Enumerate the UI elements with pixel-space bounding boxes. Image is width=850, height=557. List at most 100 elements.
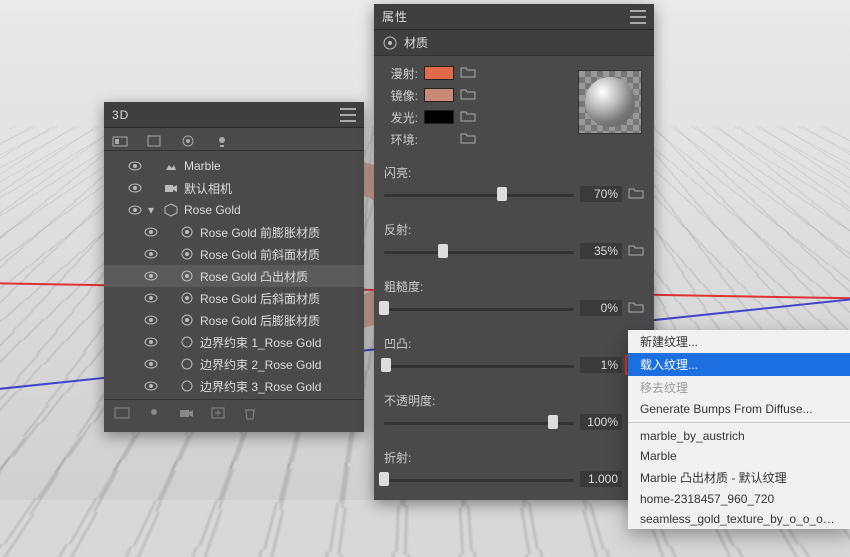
- visibility-eye-icon[interactable]: [128, 159, 142, 173]
- visibility-eye-icon[interactable]: [128, 203, 142, 217]
- mesh-icon: [164, 203, 178, 217]
- shine-label: 闪亮:: [384, 164, 644, 181]
- filter-lights-icon[interactable]: [212, 132, 232, 150]
- visibility-eye-icon[interactable]: [144, 291, 158, 305]
- tool-add-icon[interactable]: [208, 404, 228, 422]
- menu-recent-3[interactable]: home-2318457_960_720: [628, 489, 850, 509]
- reflect-texture-folder-icon[interactable]: [628, 244, 644, 258]
- tree-item-9[interactable]: 边界约束 2_Rose Gold: [104, 353, 364, 375]
- constraint-icon: [180, 379, 194, 393]
- panel-menu-icon[interactable]: [340, 108, 356, 122]
- diffuse-swatch[interactable]: [424, 66, 454, 80]
- specular-label: 镜像:: [384, 87, 418, 104]
- visibility-eye-icon[interactable]: [144, 357, 158, 371]
- panel-properties: 属性 材质 漫射: 镜像: 发光: 环境: 闪亮:70%反射:35%粗糙度:0%…: [374, 4, 654, 500]
- bump-texture-context-menu: 新建纹理...载入纹理...移去纹理Generate Bumps From Di…: [628, 330, 850, 529]
- tree-item-label: 边界约束 3_Rose Gold: [200, 378, 321, 395]
- tree-item-1[interactable]: 默认相机: [104, 177, 364, 199]
- bump-label: 凹凸:: [384, 335, 644, 352]
- shine-slider[interactable]: 70%: [384, 181, 644, 207]
- chevron-down-icon[interactable]: ▾: [148, 203, 158, 217]
- panel-3d: 3D Marble 默认相机 ▾ Rose Gold Rose Gold 前膨胀材质 Ro…: [104, 102, 364, 432]
- glow-swatch[interactable]: [424, 110, 454, 124]
- rough-label: 粗糙度:: [384, 278, 644, 295]
- shine-value[interactable]: 70%: [580, 186, 622, 202]
- tree-item-0[interactable]: Marble: [104, 155, 364, 177]
- panel-3d-title: 3D: [112, 108, 340, 122]
- menu-item-3[interactable]: Generate Bumps From Diffuse...: [628, 399, 850, 419]
- tree-item-8[interactable]: 边界约束 1_Rose Gold: [104, 331, 364, 353]
- panel-3d-filter-tabs: [104, 128, 364, 151]
- material-icon: [382, 35, 398, 51]
- camera-icon: [164, 181, 178, 195]
- specular-swatch[interactable]: [424, 88, 454, 102]
- menu-recent-2[interactable]: Marble 凸出材质 - 默认纹理: [628, 466, 850, 489]
- bump-slider[interactable]: 1%: [384, 352, 644, 378]
- env-label: 环境:: [384, 131, 418, 148]
- tree-item-3[interactable]: Rose Gold 前膨胀材质: [104, 221, 364, 243]
- reflect-slider[interactable]: 35%: [384, 238, 644, 264]
- visibility-eye-icon[interactable]: [144, 247, 158, 261]
- menu-recent-1[interactable]: Marble: [628, 446, 850, 466]
- material-icon: [180, 313, 194, 327]
- tree-item-label: Rose Gold 前膨胀材质: [200, 224, 320, 241]
- tool-render-icon[interactable]: [112, 404, 132, 422]
- material-icon: [180, 225, 194, 239]
- tree-item-label: 默认相机: [184, 180, 232, 197]
- glow-label: 发光:: [384, 109, 418, 126]
- constraint-icon: [180, 357, 194, 371]
- tool-delete-icon[interactable]: [240, 404, 260, 422]
- refract-value[interactable]: 1.000: [580, 471, 622, 487]
- rough-value[interactable]: 0%: [580, 300, 622, 316]
- opacity-slider[interactable]: 100%: [384, 409, 644, 435]
- filter-scene-icon[interactable]: [110, 132, 130, 150]
- refract-slider[interactable]: 1.000: [384, 466, 644, 492]
- visibility-eye-icon[interactable]: [144, 269, 158, 283]
- visibility-eye-icon[interactable]: [144, 379, 158, 393]
- opacity-value[interactable]: 100%: [580, 414, 622, 430]
- menu-recent-4[interactable]: seamless_gold_texture_by_o_o_o_o_o_0: [628, 509, 850, 529]
- reflect-value[interactable]: 35%: [580, 243, 622, 259]
- tree-item-5[interactable]: Rose Gold 凸出材质: [104, 265, 364, 287]
- tree-item-7[interactable]: Rose Gold 后膨胀材质: [104, 309, 364, 331]
- material-preview-thumb[interactable]: [578, 70, 642, 134]
- tree-item-label: Rose Gold 凸出材质: [200, 268, 308, 285]
- tree-item-label: Rose Gold 前斜面材质: [200, 246, 320, 263]
- tree-item-label: Rose Gold: [184, 203, 241, 217]
- shine-texture-folder-icon[interactable]: [628, 187, 644, 201]
- visibility-eye-icon[interactable]: [128, 181, 142, 195]
- visibility-eye-icon[interactable]: [144, 225, 158, 239]
- env-texture-icon[interactable]: [460, 132, 476, 146]
- properties-mode-label: 材质: [404, 34, 428, 51]
- tree-item-label: 边界约束 1_Rose Gold: [200, 334, 321, 351]
- tool-light-icon[interactable]: [144, 404, 164, 422]
- material-icon: [180, 291, 194, 305]
- visibility-eye-icon[interactable]: [144, 313, 158, 327]
- diffuse-texture-icon[interactable]: [460, 66, 476, 80]
- tree-item-label: Marble: [184, 159, 221, 173]
- tree-item-6[interactable]: Rose Gold 后斜面材质: [104, 287, 364, 309]
- tree-item-label: 边界约束 2_Rose Gold: [200, 356, 321, 373]
- glow-texture-icon[interactable]: [460, 110, 476, 124]
- tree-item-label: Rose Gold 后斜面材质: [200, 290, 320, 307]
- diffuse-label: 漫射:: [384, 65, 418, 82]
- menu-item-2: 移去纹理: [628, 376, 850, 399]
- tree-item-10[interactable]: 边界约束 3_Rose Gold: [104, 375, 364, 397]
- menu-item-1[interactable]: 载入纹理...: [628, 353, 850, 376]
- panel-menu-icon[interactable]: [630, 10, 646, 24]
- specular-texture-icon[interactable]: [460, 88, 476, 102]
- rough-texture-folder-icon[interactable]: [628, 301, 644, 315]
- filter-meshes-icon[interactable]: [144, 132, 164, 150]
- visibility-eye-icon[interactable]: [144, 335, 158, 349]
- opacity-label: 不透明度:: [384, 392, 644, 409]
- tree-item-4[interactable]: Rose Gold 前斜面材质: [104, 243, 364, 265]
- rough-slider[interactable]: 0%: [384, 295, 644, 321]
- menu-recent-0[interactable]: marble_by_austrich: [628, 426, 850, 446]
- tool-camera-icon[interactable]: [176, 404, 196, 422]
- bump-value[interactable]: 1%: [580, 357, 622, 373]
- constraint-icon: [180, 335, 194, 349]
- refract-label: 折射:: [384, 449, 644, 466]
- tree-item-2[interactable]: ▾ Rose Gold: [104, 199, 364, 221]
- filter-materials-icon[interactable]: [178, 132, 198, 150]
- menu-item-0[interactable]: 新建纹理...: [628, 330, 850, 353]
